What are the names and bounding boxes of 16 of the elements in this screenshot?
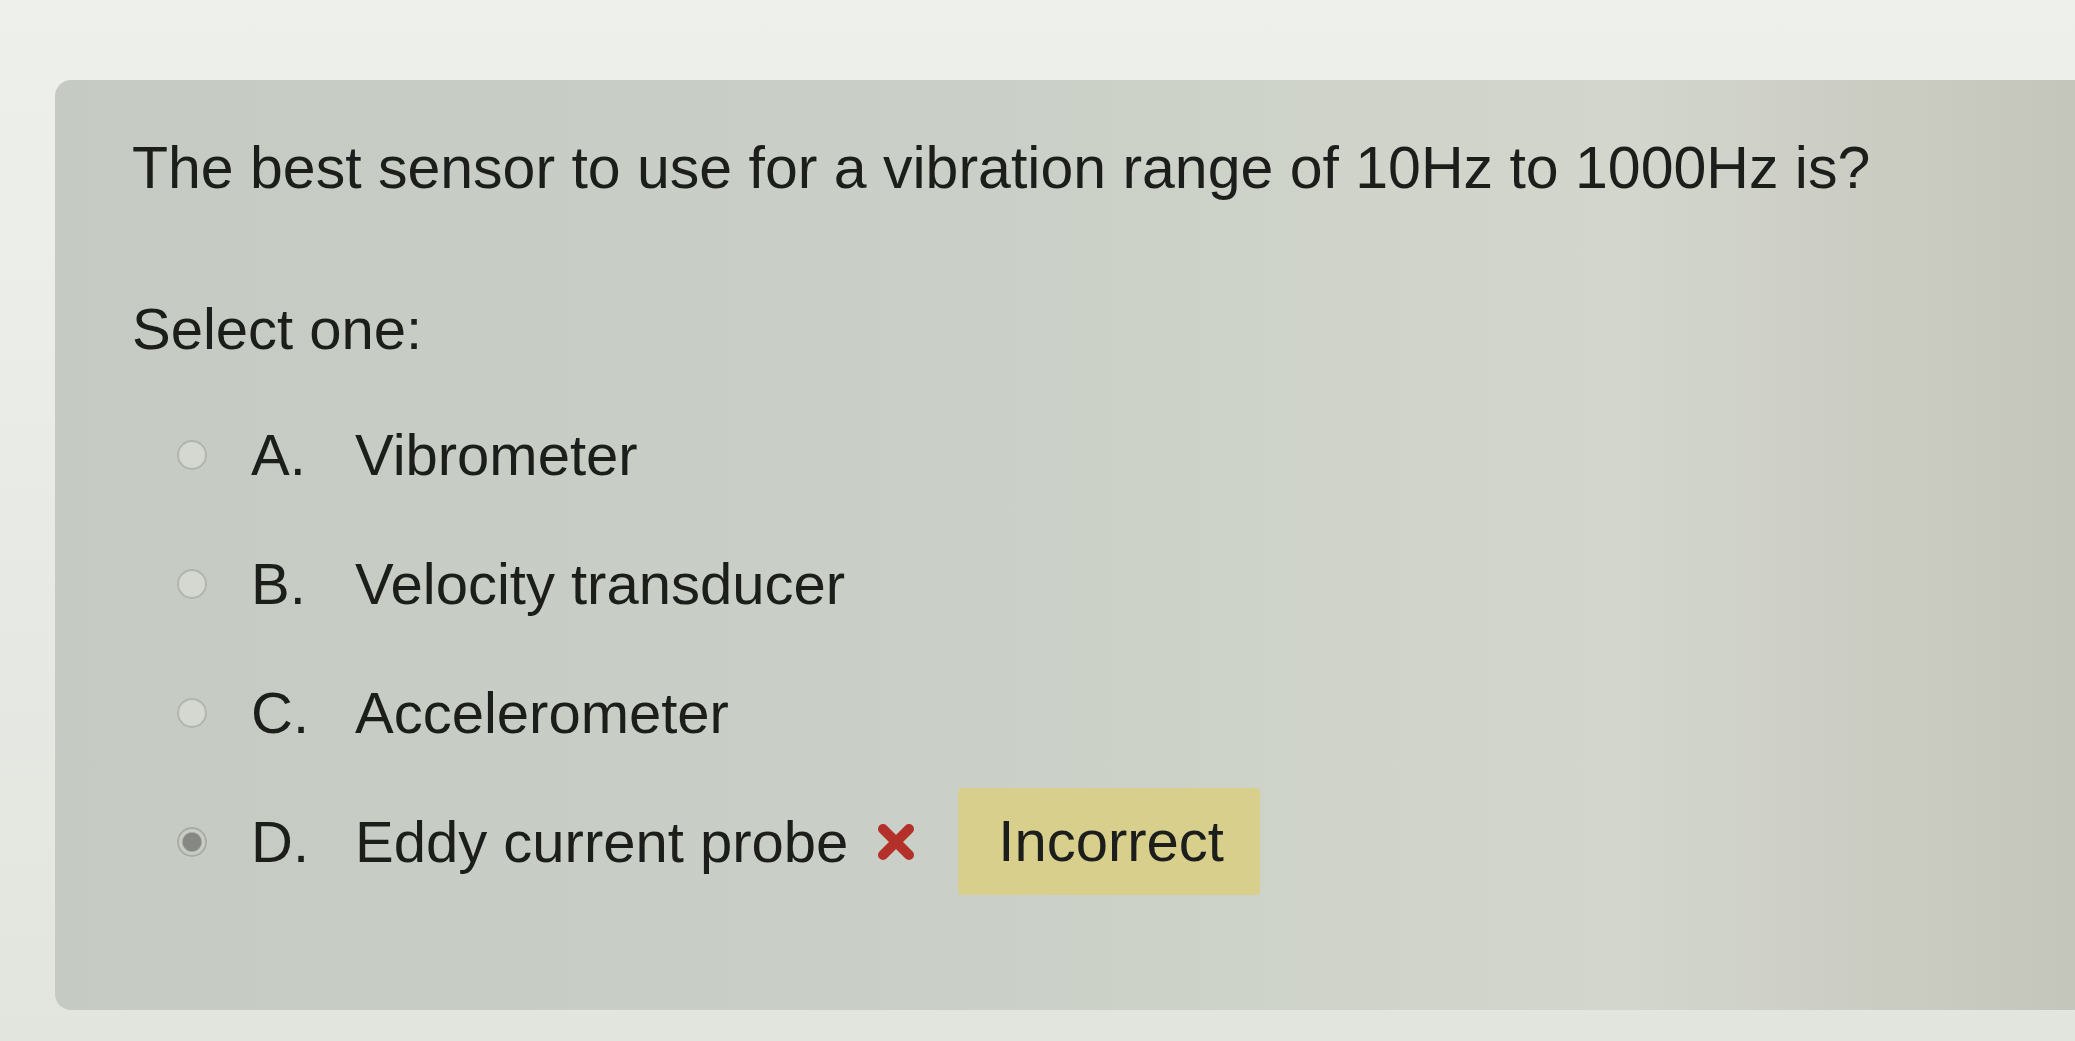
option-letter: B. <box>251 550 307 617</box>
feedback-badge: Incorrect <box>958 788 1260 895</box>
radio-button[interactable] <box>177 439 207 470</box>
option-label: Vibrometer <box>355 421 638 488</box>
prompt-text: Select one: <box>132 296 423 362</box>
radio-button[interactable] <box>177 568 207 599</box>
option-label: Velocity transducer <box>355 550 846 617</box>
radio-button[interactable] <box>177 826 207 857</box>
option-letter: A. <box>251 421 307 488</box>
question-text: The best sensor to use for a vibration range of 10Hz to 1000Hz is? <box>132 134 1871 202</box>
option-label: Eddy current probe <box>355 808 849 875</box>
option-label: Accelerometer <box>355 679 729 746</box>
option-letter: D. <box>251 808 310 875</box>
cross-icon <box>876 821 917 862</box>
radio-button[interactable] <box>177 697 207 728</box>
option-letter: C. <box>251 679 310 746</box>
